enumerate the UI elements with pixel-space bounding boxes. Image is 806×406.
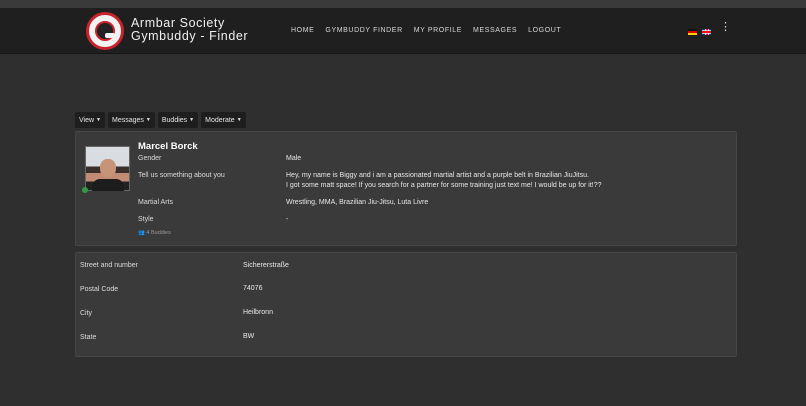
gender-label: Gender (138, 155, 162, 162)
logo-icon[interactable] (86, 12, 124, 50)
brand-line-2: Gymbuddy - Finder (131, 29, 249, 43)
view-label: View (79, 116, 95, 124)
english-flag-icon[interactable] (702, 29, 711, 35)
nav-my-profile[interactable]: MY PROFILE (414, 27, 462, 34)
about-value: Hey, my name is Biggy and i am a passion… (286, 171, 602, 191)
nav-messages[interactable]: MESSAGES (473, 27, 517, 34)
buddies-count[interactable]: 👥 4 Buddies (138, 230, 171, 236)
moderate-label: Moderate (205, 116, 235, 124)
navbar: Armbar Society Gymbuddy - Finder HOME GY… (0, 8, 806, 54)
nav-links: HOME GYMBUDDY FINDER MY PROFILE MESSAGES… (291, 27, 561, 34)
brand-title[interactable]: Armbar Society Gymbuddy - Finder (131, 17, 248, 43)
nav-logout[interactable]: LOGOUT (528, 27, 561, 34)
martial-arts-value: Wrestling, MMA, Brazilian Jiu-Jitsu, Lut… (286, 199, 429, 206)
profile-card: Marcel Borck Gender Male Tell us somethi… (75, 131, 737, 246)
german-flag-icon[interactable] (688, 29, 697, 35)
caret-down-icon: ▼ (189, 117, 195, 123)
street-value: Sichererstraße (243, 262, 289, 269)
gender-value: Male (286, 155, 302, 162)
buddies-dropdown-button[interactable]: Buddies ▼ (157, 112, 199, 128)
address-card: Street and number Sichererstraße Postal … (75, 252, 737, 357)
online-status-icon (82, 187, 88, 193)
nav-gymbuddy-finder[interactable]: GYMBUDDY FINDER (325, 27, 402, 34)
profile-toolbar: View ▼ Messages ▼ Buddies ▼ Moderate ▼ (75, 112, 246, 128)
city-value: Heilbronn (243, 309, 273, 316)
caret-down-icon: ▼ (145, 117, 151, 123)
messages-dropdown-button[interactable]: Messages ▼ (108, 112, 155, 128)
street-label: Street and number (80, 262, 138, 269)
postal-code-value: 74076 (243, 285, 263, 292)
postal-code-label: Postal Code (80, 286, 119, 293)
top-strip (0, 0, 806, 8)
caret-down-icon: ▼ (236, 117, 242, 123)
style-value: - (286, 216, 289, 223)
profile-name: Marcel Borck (138, 141, 198, 152)
about-line-2: I got some matt space! If you search for… (286, 182, 602, 189)
city-label: City (80, 310, 93, 317)
view-dropdown-button[interactable]: View ▼ (75, 112, 105, 128)
about-label: Tell us something about you (138, 172, 225, 179)
buddies-label: Buddies (161, 116, 188, 124)
state-label: State (80, 334, 97, 341)
style-label: Style (138, 216, 154, 223)
avatar[interactable] (85, 146, 130, 191)
moderate-dropdown-button[interactable]: Moderate ▼ (201, 112, 246, 128)
more-menu-icon[interactable]: ⋮ (720, 22, 731, 33)
about-line-1: Hey, my name is Biggy and i am a passion… (286, 172, 589, 179)
messages-label: Messages (112, 116, 144, 124)
nav-home[interactable]: HOME (291, 27, 314, 34)
martial-arts-label: Martial Arts (138, 199, 174, 206)
caret-down-icon: ▼ (96, 117, 101, 123)
state-value: BW (243, 333, 255, 340)
